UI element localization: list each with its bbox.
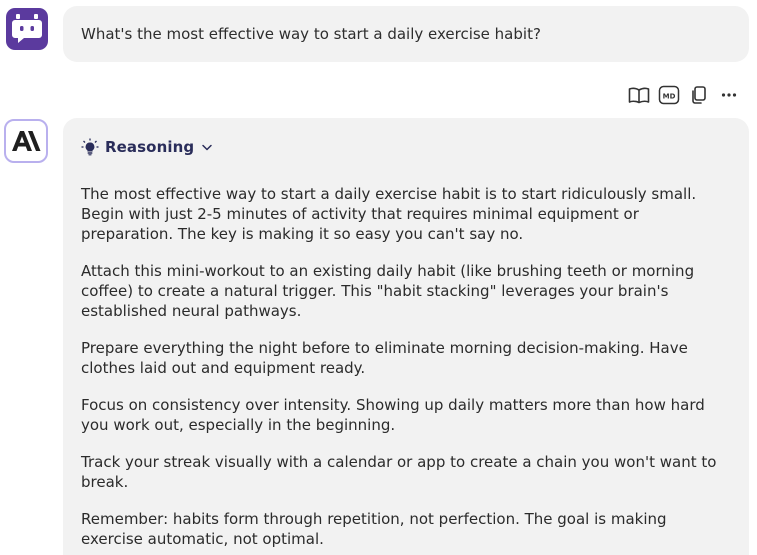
assistant-message: Reasoning The most effective way to star… — [63, 118, 749, 555]
reasoning-toggle[interactable]: Reasoning — [81, 136, 214, 158]
answer-paragraph: Track your streak visually with a calend… — [81, 453, 717, 491]
copy-icon — [692, 86, 706, 104]
chat-page: What's the most effective way to start a… — [0, 0, 757, 555]
markdown-label: MD — [663, 93, 676, 101]
read-aloud-button[interactable] — [628, 84, 650, 106]
chevron-down-icon — [202, 144, 212, 151]
answer-paragraph: Prepare everything the night before to e… — [81, 339, 688, 377]
user-message-text: What's the most effective way to start a… — [81, 25, 541, 43]
assistant-avatar — [4, 119, 48, 163]
robot-icon — [12, 14, 42, 43]
user-message: What's the most effective way to start a… — [63, 6, 749, 62]
book-icon — [628, 87, 650, 104]
message-toolbar: MD — [628, 84, 740, 106]
lightbulb-icon — [81, 138, 99, 156]
answer-paragraph: Remember: habits form through repetition… — [81, 510, 667, 548]
anthropic-logo-icon — [12, 131, 41, 151]
answer-paragraph: Attach this mini-workout to an existing … — [81, 262, 695, 320]
user-avatar — [6, 8, 48, 50]
answer-paragraph: Focus on consistency over intensity. Sho… — [81, 396, 705, 434]
markdown-icon: MD — [658, 85, 680, 105]
answer-paragraph: The most effective way to start a daily … — [81, 185, 697, 243]
more-icon — [721, 93, 737, 97]
more-options-button[interactable] — [718, 84, 740, 106]
answer-text: The most effective way to start a daily … — [81, 184, 731, 549]
copy-markdown-button[interactable]: MD — [658, 84, 680, 106]
copy-button[interactable] — [688, 84, 710, 106]
reasoning-label: Reasoning — [105, 138, 195, 156]
